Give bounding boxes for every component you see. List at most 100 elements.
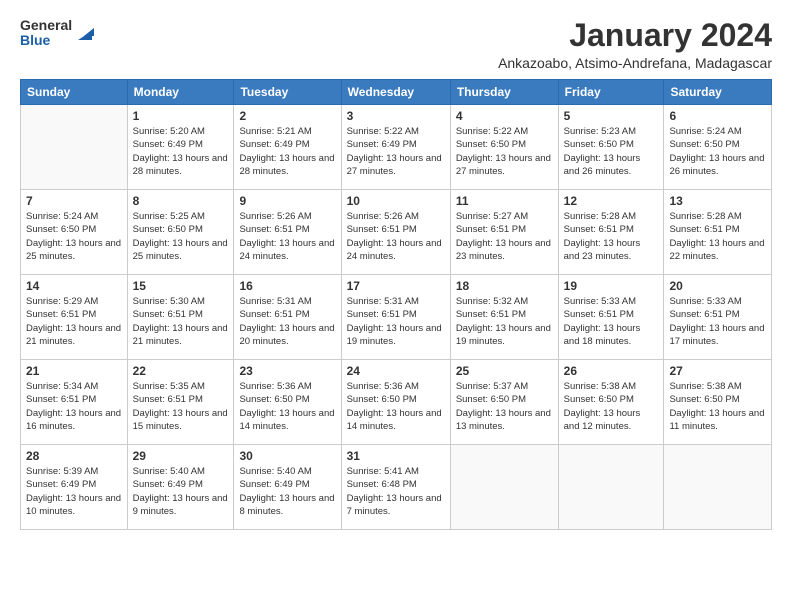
day-info: Sunrise: 5:25 AM Sunset: 6:50 PM Dayligh… xyxy=(133,210,229,263)
day-number: 22 xyxy=(133,364,229,378)
day-number: 31 xyxy=(347,449,445,463)
calendar-cell: 25 Sunrise: 5:37 AM Sunset: 6:50 PM Dayli… xyxy=(450,360,558,445)
calendar-cell: 16Sunrise: 5:31 AM Sunset: 6:51 PM Dayli… xyxy=(234,275,341,360)
day-info: Sunrise: 5:22 AM Sunset: 6:49 PM Dayligh… xyxy=(347,125,445,178)
day-info: Sunrise: 5:34 AM Sunset: 6:51 PM Dayligh… xyxy=(26,380,122,433)
weekday-header-sunday: Sunday xyxy=(21,80,128,105)
calendar-week-row: 1 Sunrise: 5:20 AM Sunset: 6:49 PM Daylig… xyxy=(21,105,772,190)
day-info: Sunrise: 5:38 AM Sunset: 6:50 PM Dayligh… xyxy=(564,380,659,433)
day-number: 28 xyxy=(26,449,122,463)
calendar-cell: 10 Sunrise: 5:26 AM Sunset: 6:51 PM Dayli… xyxy=(341,190,450,275)
day-info: Sunrise: 5:26 AM Sunset: 6:51 PM Dayligh… xyxy=(239,210,335,263)
day-number: 26 xyxy=(564,364,659,378)
calendar-cell: 13Sunrise: 5:28 AM Sunset: 6:51 PM Dayli… xyxy=(664,190,772,275)
calendar-cell: 28Sunrise: 5:39 AM Sunset: 6:49 PM Dayli… xyxy=(21,445,128,530)
day-number: 23 xyxy=(239,364,335,378)
subtitle: Ankazoabo, Atsimo-Andrefana, Madagascar xyxy=(498,55,772,71)
weekday-header-row: SundayMondayTuesdayWednesdayThursdayFrid… xyxy=(21,80,772,105)
weekday-header-saturday: Saturday xyxy=(664,80,772,105)
calendar-cell: 21 Sunrise: 5:34 AM Sunset: 6:51 PM Dayli… xyxy=(21,360,128,445)
weekday-header-thursday: Thursday xyxy=(450,80,558,105)
calendar-cell: 27 Sunrise: 5:38 AM Sunset: 6:50 PM Dayli… xyxy=(664,360,772,445)
calendar-cell: 24 Sunrise: 5:36 AM Sunset: 6:50 PM Dayli… xyxy=(341,360,450,445)
day-number: 21 xyxy=(26,364,122,378)
day-number: 8 xyxy=(133,194,229,208)
day-number: 7 xyxy=(26,194,122,208)
day-info: Sunrise: 5:28 AM Sunset: 6:51 PM Dayligh… xyxy=(564,210,659,263)
calendar-week-row: 14Sunrise: 5:29 AM Sunset: 6:51 PM Dayli… xyxy=(21,275,772,360)
weekday-header-monday: Monday xyxy=(127,80,234,105)
calendar-cell: 3 Sunrise: 5:22 AM Sunset: 6:49 PM Daylig… xyxy=(341,105,450,190)
day-number: 14 xyxy=(26,279,122,293)
day-number: 2 xyxy=(239,109,335,123)
day-info: Sunrise: 5:21 AM Sunset: 6:49 PM Dayligh… xyxy=(239,125,335,178)
calendar-cell: 29Sunrise: 5:40 AM Sunset: 6:49 PM Dayli… xyxy=(127,445,234,530)
calendar-week-row: 28Sunrise: 5:39 AM Sunset: 6:49 PM Dayli… xyxy=(21,445,772,530)
day-info: Sunrise: 5:38 AM Sunset: 6:50 PM Dayligh… xyxy=(669,380,766,433)
day-number: 10 xyxy=(347,194,445,208)
day-number: 20 xyxy=(669,279,766,293)
day-info: Sunrise: 5:36 AM Sunset: 6:50 PM Dayligh… xyxy=(239,380,335,433)
calendar-week-row: 7 Sunrise: 5:24 AM Sunset: 6:50 PM Daylig… xyxy=(21,190,772,275)
day-number: 5 xyxy=(564,109,659,123)
weekday-header-friday: Friday xyxy=(558,80,664,105)
day-number: 16 xyxy=(239,279,335,293)
calendar-cell: 2 Sunrise: 5:21 AM Sunset: 6:49 PM Daylig… xyxy=(234,105,341,190)
calendar-cell: 4 Sunrise: 5:22 AM Sunset: 6:50 PM Daylig… xyxy=(450,105,558,190)
calendar-cell xyxy=(21,105,128,190)
calendar-cell: 6Sunrise: 5:24 AM Sunset: 6:50 PM Daylig… xyxy=(664,105,772,190)
day-number: 24 xyxy=(347,364,445,378)
main-title: January 2024 xyxy=(498,18,772,53)
day-info: Sunrise: 5:22 AM Sunset: 6:50 PM Dayligh… xyxy=(456,125,553,178)
day-info: Sunrise: 5:20 AM Sunset: 6:49 PM Dayligh… xyxy=(133,125,229,178)
day-number: 17 xyxy=(347,279,445,293)
day-info: Sunrise: 5:40 AM Sunset: 6:49 PM Dayligh… xyxy=(239,465,335,518)
calendar-cell: 20Sunrise: 5:33 AM Sunset: 6:51 PM Dayli… xyxy=(664,275,772,360)
calendar-week-row: 21 Sunrise: 5:34 AM Sunset: 6:51 PM Dayli… xyxy=(21,360,772,445)
day-info: Sunrise: 5:33 AM Sunset: 6:51 PM Dayligh… xyxy=(564,295,659,348)
day-number: 3 xyxy=(347,109,445,123)
day-number: 6 xyxy=(669,109,766,123)
day-number: 18 xyxy=(456,279,553,293)
day-number: 15 xyxy=(133,279,229,293)
calendar-table: SundayMondayTuesdayWednesdayThursdayFrid… xyxy=(20,79,772,530)
day-number: 4 xyxy=(456,109,553,123)
day-number: 1 xyxy=(133,109,229,123)
calendar-cell: 14Sunrise: 5:29 AM Sunset: 6:51 PM Dayli… xyxy=(21,275,128,360)
calendar-cell: 1 Sunrise: 5:20 AM Sunset: 6:49 PM Daylig… xyxy=(127,105,234,190)
day-number: 25 xyxy=(456,364,553,378)
day-number: 27 xyxy=(669,364,766,378)
page: General Blue January 2024 Ankazoabo, Ats… xyxy=(0,0,792,612)
calendar-cell: 5 Sunrise: 5:23 AM Sunset: 6:50 PM Daylig… xyxy=(558,105,664,190)
title-block: January 2024 Ankazoabo, Atsimo-Andrefana… xyxy=(498,18,772,71)
day-number: 19 xyxy=(564,279,659,293)
day-number: 30 xyxy=(239,449,335,463)
day-info: Sunrise: 5:24 AM Sunset: 6:50 PM Dayligh… xyxy=(26,210,122,263)
calendar-cell: 30 Sunrise: 5:40 AM Sunset: 6:49 PM Dayli… xyxy=(234,445,341,530)
day-info: Sunrise: 5:23 AM Sunset: 6:50 PM Dayligh… xyxy=(564,125,659,178)
day-info: Sunrise: 5:35 AM Sunset: 6:51 PM Dayligh… xyxy=(133,380,229,433)
header: General Blue January 2024 Ankazoabo, Ats… xyxy=(20,18,772,71)
day-number: 9 xyxy=(239,194,335,208)
calendar-cell xyxy=(450,445,558,530)
day-info: Sunrise: 5:37 AM Sunset: 6:50 PM Dayligh… xyxy=(456,380,553,433)
calendar-cell: 31 Sunrise: 5:41 AM Sunset: 6:48 PM Dayli… xyxy=(341,445,450,530)
calendar-cell xyxy=(558,445,664,530)
calendar-cell: 9 Sunrise: 5:26 AM Sunset: 6:51 PM Daylig… xyxy=(234,190,341,275)
day-info: Sunrise: 5:41 AM Sunset: 6:48 PM Dayligh… xyxy=(347,465,445,518)
day-info: Sunrise: 5:36 AM Sunset: 6:50 PM Dayligh… xyxy=(347,380,445,433)
calendar-cell: 15Sunrise: 5:30 AM Sunset: 6:51 PM Dayli… xyxy=(127,275,234,360)
day-info: Sunrise: 5:27 AM Sunset: 6:51 PM Dayligh… xyxy=(456,210,553,263)
calendar-cell: 8 Sunrise: 5:25 AM Sunset: 6:50 PM Daylig… xyxy=(127,190,234,275)
weekday-header-tuesday: Tuesday xyxy=(234,80,341,105)
day-info: Sunrise: 5:28 AM Sunset: 6:51 PM Dayligh… xyxy=(669,210,766,263)
logo-general: General xyxy=(20,18,72,33)
logo-arrow-icon xyxy=(74,22,96,44)
calendar-cell: 23 Sunrise: 5:36 AM Sunset: 6:50 PM Dayli… xyxy=(234,360,341,445)
day-info: Sunrise: 5:31 AM Sunset: 6:51 PM Dayligh… xyxy=(347,295,445,348)
day-number: 11 xyxy=(456,194,553,208)
day-info: Sunrise: 5:26 AM Sunset: 6:51 PM Dayligh… xyxy=(347,210,445,263)
logo: General Blue xyxy=(20,18,96,49)
calendar-cell: 7 Sunrise: 5:24 AM Sunset: 6:50 PM Daylig… xyxy=(21,190,128,275)
calendar-cell: 12Sunrise: 5:28 AM Sunset: 6:51 PM Dayli… xyxy=(558,190,664,275)
